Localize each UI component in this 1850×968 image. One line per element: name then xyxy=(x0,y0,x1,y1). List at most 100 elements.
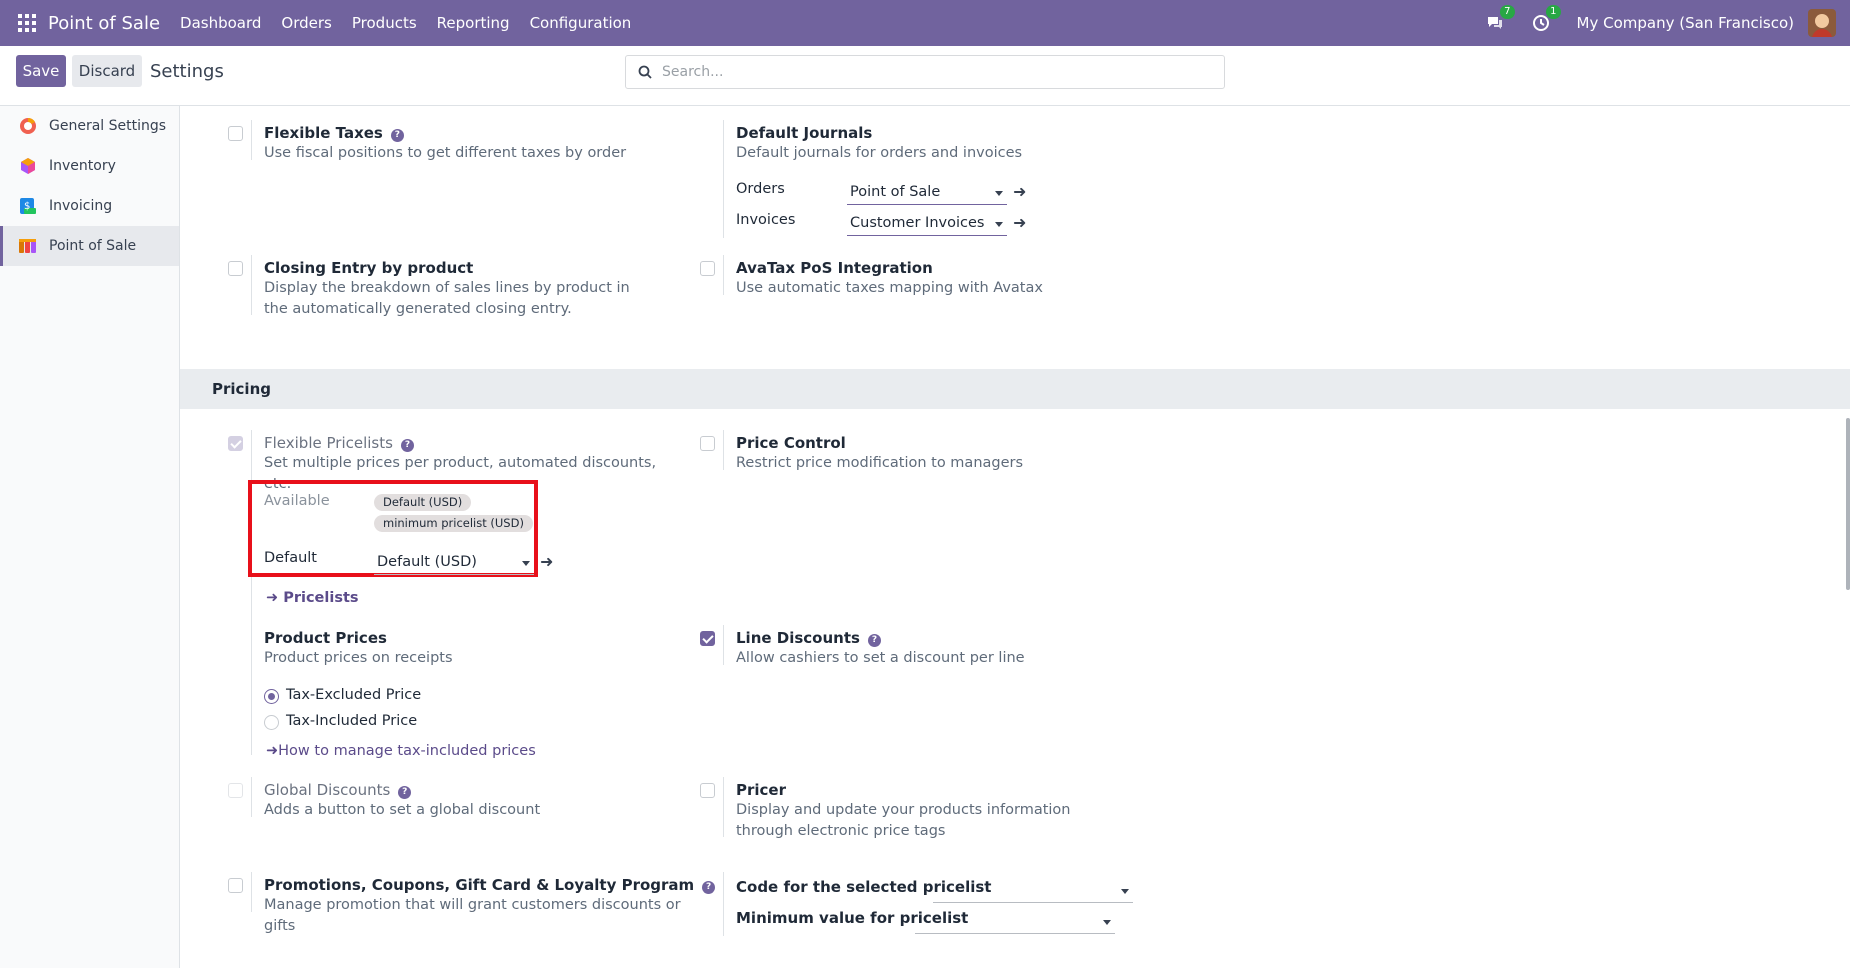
pricelists-link[interactable]: ➜ Pricelists xyxy=(266,590,359,606)
default-pricelist-select[interactable]: Default (USD) xyxy=(374,551,534,575)
pricelist-tag[interactable]: Default (USD) xyxy=(374,494,472,511)
invoices-journal-link-arrow-icon[interactable]: ➜ xyxy=(1013,213,1026,232)
flexible-pricelists-title: Flexible Pricelists? xyxy=(264,434,414,452)
orders-journal-link-arrow-icon[interactable]: ➜ xyxy=(1013,182,1026,201)
pricelist-tag[interactable]: minimum pricelist (USD) xyxy=(374,515,533,532)
point-of-sale-icon xyxy=(19,239,36,253)
settings-content: Flexible Taxes? Use fiscal positions to … xyxy=(180,106,1850,968)
company-switcher[interactable]: My Company (San Francisco) xyxy=(1577,14,1794,32)
orders-label: Orders xyxy=(736,181,785,197)
invoicing-icon: $ xyxy=(20,198,36,214)
search-icon xyxy=(638,65,652,79)
avatax-title: AvaTax PoS Integration xyxy=(736,259,933,277)
code-pricelist-select[interactable] xyxy=(933,879,1133,903)
closing-entry-checkbox[interactable] xyxy=(228,261,243,276)
search-bar[interactable] xyxy=(625,55,1225,89)
pricer-desc: Display and update your products informa… xyxy=(736,802,1071,839)
section-title: Pricing xyxy=(212,380,271,398)
messages-icon[interactable]: 7 xyxy=(1485,5,1515,33)
price-control-title: Price Control xyxy=(736,434,846,452)
chevron-down-icon xyxy=(995,191,1003,196)
flexible-taxes-checkbox[interactable] xyxy=(228,126,243,141)
tax-included-radio[interactable] xyxy=(264,715,279,730)
promotions-desc: Manage promotion that will grant custome… xyxy=(264,897,681,934)
global-discounts-checkbox[interactable] xyxy=(228,783,243,798)
help-icon[interactable]: ? xyxy=(390,129,404,142)
tax-excluded-radio[interactable] xyxy=(264,689,279,704)
chevron-down-icon xyxy=(995,222,1003,227)
help-icon[interactable]: ? xyxy=(398,786,412,799)
app-brand[interactable]: Point of Sale xyxy=(48,13,160,34)
default-pricelist-label: Default xyxy=(264,550,317,566)
avatax-checkbox[interactable] xyxy=(700,261,715,276)
help-icon[interactable]: ? xyxy=(400,439,414,452)
menu-products[interactable]: Products xyxy=(352,14,417,32)
search-input[interactable] xyxy=(662,64,1202,80)
chevron-down-icon xyxy=(1103,920,1111,925)
min-value-pricelist-select[interactable] xyxy=(915,910,1115,934)
user-avatar[interactable] xyxy=(1808,9,1836,37)
save-button[interactable]: Save xyxy=(16,55,66,87)
tax-excluded-label[interactable]: Tax-Excluded Price xyxy=(286,687,421,703)
top-navbar: Point of Sale Dashboard Orders Products … xyxy=(0,0,1850,46)
sidebar-item-general-settings[interactable]: General Settings xyxy=(0,106,179,146)
line-discounts-desc: Allow cashiers to set a discount per lin… xyxy=(736,650,1025,666)
flexible-taxes-desc: Use fiscal positions to get different ta… xyxy=(264,145,627,161)
menu-orders[interactable]: Orders xyxy=(281,14,331,32)
general-settings-icon xyxy=(20,117,36,134)
activity-badge: 1 xyxy=(1546,5,1561,19)
activity-clock-icon[interactable]: 1 xyxy=(1531,5,1561,33)
control-panel: Save Discard Settings xyxy=(0,46,1850,106)
default-journals-desc: Default journals for orders and invoices xyxy=(736,145,1023,161)
promotions-checkbox[interactable] xyxy=(228,878,243,893)
flexible-taxes-title: Flexible Taxes? xyxy=(264,124,404,142)
product-prices-desc: Product prices on receipts xyxy=(264,650,453,666)
menu-configuration[interactable]: Configuration xyxy=(530,14,632,32)
sidebar-item-label: Point of Sale xyxy=(49,238,137,254)
chevron-down-icon xyxy=(522,561,530,566)
inventory-icon xyxy=(21,158,35,174)
price-control-desc: Restrict price modification to managers xyxy=(736,455,1024,471)
sidebar-item-point-of-sale[interactable]: Point of Sale xyxy=(0,226,179,266)
global-discounts-desc: Adds a button to set a global discount xyxy=(264,802,541,818)
invoices-label: Invoices xyxy=(736,212,796,228)
sidebar-item-label: Invoicing xyxy=(49,198,113,214)
help-icon[interactable]: ? xyxy=(867,634,881,647)
tax-included-label[interactable]: Tax-Included Price xyxy=(286,713,417,729)
messages-badge: 7 xyxy=(1500,5,1515,19)
help-icon[interactable]: ? xyxy=(702,881,716,894)
line-discounts-checkbox[interactable] xyxy=(700,631,715,646)
price-control-checkbox[interactable] xyxy=(700,436,715,451)
sidebar-item-invoicing[interactable]: $ Invoicing xyxy=(0,186,179,226)
invoices-journal-select[interactable]: Customer Invoices xyxy=(847,212,1007,236)
sidebar-item-label: Inventory xyxy=(49,158,116,174)
closing-entry-title: Closing Entry by product xyxy=(264,259,474,277)
pricing-section-header: Pricing xyxy=(180,369,1850,409)
pricer-checkbox[interactable] xyxy=(700,783,715,798)
promotions-title: Promotions, Coupons, Gift Card & Loyalty… xyxy=(264,876,716,894)
available-label: Available xyxy=(264,493,330,509)
line-discounts-title: Line Discounts? xyxy=(736,629,881,647)
arrow-right-icon: ➜ xyxy=(266,743,279,759)
closing-entry-desc: Display the breakdown of sales lines by … xyxy=(264,280,630,317)
settings-sidebar: General Settings Inventory $ Invoicing P… xyxy=(0,106,180,968)
apps-menu-icon[interactable] xyxy=(18,14,36,32)
arrow-right-icon: ➜ xyxy=(266,590,284,606)
flexible-pricelists-checkbox[interactable] xyxy=(228,436,243,451)
sidebar-item-inventory[interactable]: Inventory xyxy=(0,146,179,186)
discard-button[interactable]: Discard xyxy=(72,55,142,87)
page-title: Settings xyxy=(150,61,224,82)
pricer-title: Pricer xyxy=(736,781,786,799)
sidebar-item-label: General Settings xyxy=(49,118,167,134)
default-journals-title: Default Journals xyxy=(736,124,873,142)
menu-dashboard[interactable]: Dashboard xyxy=(180,14,261,32)
svg-text:$: $ xyxy=(24,201,30,212)
orders-journal-select[interactable]: Point of Sale xyxy=(847,181,1007,205)
tax-included-help-link[interactable]: ➜How to manage tax-included prices xyxy=(266,743,536,759)
global-discounts-title: Global Discounts? xyxy=(264,781,412,799)
product-prices-title: Product Prices xyxy=(264,629,387,647)
scrollbar[interactable] xyxy=(1846,418,1850,590)
default-pricelist-link-arrow-icon[interactable]: ➜ xyxy=(540,552,553,571)
avatax-desc: Use automatic taxes mapping with Avatax xyxy=(736,280,1043,296)
menu-reporting[interactable]: Reporting xyxy=(437,14,510,32)
